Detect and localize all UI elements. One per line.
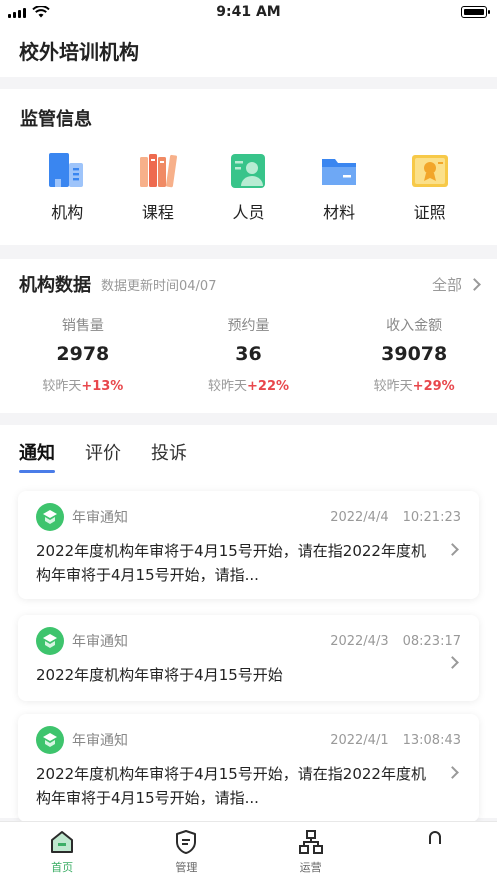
org-data-section: 机构数据 数据更新时间04/07 全部 销售量 2978 较昨天+13% 预约量… — [0, 259, 497, 413]
view-all-button[interactable]: 全部 — [431, 274, 481, 295]
tab-notifications[interactable]: 通知 — [19, 439, 55, 473]
metric-delta: +29% — [412, 379, 455, 394]
profile-icon — [428, 831, 441, 844]
tabbar-profile[interactable] — [373, 822, 497, 883]
status-bar: 9:41 AM — [0, 0, 497, 24]
notice-section: 通知 评价 投诉 年审通知 2022/4/4 10:21:23 2022年度机构… — [0, 425, 497, 822]
metric-value: 2978 — [56, 343, 110, 365]
metric-delta: +13% — [81, 379, 124, 394]
supervision-item-label: 机构 — [51, 203, 84, 222]
building-icon — [49, 153, 84, 187]
notice-time: 08:23:17 — [402, 633, 461, 649]
metric-compare: 较昨天+22% — [166, 375, 332, 394]
supervision-section: 监管信息 机构 课程 人员 材料 证照 — [0, 89, 497, 245]
chevron-right-icon — [468, 277, 481, 291]
notice-text: 2022年度机构年审将于4月15号开始，请在指2022年度机构年审将于4月15号… — [36, 765, 426, 807]
notice-card[interactable]: 年审通知 2022/4/1 13:08:43 2022年度机构年审将于4月15号… — [18, 714, 479, 822]
status-time: 9:41 AM — [216, 4, 281, 20]
org-data-title: 机构数据 — [19, 275, 91, 296]
metric-label: 预约量 — [227, 318, 270, 334]
person-card-icon — [231, 154, 266, 188]
tabbar-operations[interactable]: 运营 — [249, 822, 373, 883]
notice-badge-icon — [36, 627, 64, 655]
supervision-item-license[interactable]: 证照 — [400, 151, 460, 223]
app-title: 校外培训机构 — [0, 24, 497, 77]
supervision-item-institution[interactable]: 机构 — [37, 151, 97, 223]
bottom-tab-bar: 首页 管理 运营 — [0, 821, 497, 883]
metric-compare-label: 较昨天 — [373, 379, 413, 394]
tabbar-label: 首页 — [51, 861, 74, 874]
metric-delta: +22% — [247, 379, 290, 394]
metric-value: 36 — [235, 343, 262, 365]
notice-badge-icon — [36, 726, 64, 754]
metric-value: 39078 — [381, 343, 448, 365]
notice-tabs: 通知 评价 投诉 — [0, 425, 497, 473]
view-all-label: 全部 — [431, 275, 462, 294]
notice-type: 年审通知 — [72, 634, 128, 650]
tab-reviews[interactable]: 评价 — [85, 439, 121, 473]
supervision-item-label: 课程 — [141, 203, 174, 222]
data-update-time: 数据更新时间04/07 — [101, 278, 217, 294]
books-icon — [139, 154, 177, 188]
supervision-grid: 机构 课程 人员 材料 证照 — [0, 151, 497, 223]
metric-bookings: 预约量 36 较昨天+22% — [166, 315, 332, 394]
tabbar-manage[interactable]: 管理 — [124, 822, 248, 883]
battery-icon — [461, 6, 490, 18]
org-chart-icon — [298, 830, 323, 854]
metric-compare-label: 较昨天 — [42, 379, 82, 394]
certificate-icon — [411, 155, 448, 187]
notice-date: 2022/4/3 — [330, 633, 389, 649]
notice-card[interactable]: 年审通知 2022/4/4 10:21:23 2022年度机构年审将于4月15号… — [18, 491, 479, 599]
notice-text: 2022年度机构年审将于4月15号开始，请在指2022年度机构年审将于4月15号… — [36, 542, 426, 584]
supervision-item-label: 证照 — [413, 203, 446, 222]
metrics-row: 销售量 2978 较昨天+13% 预约量 36 较昨天+22% 收入金额 390… — [0, 315, 497, 394]
notice-time: 13:08:43 — [402, 732, 461, 748]
metric-compare-label: 较昨天 — [207, 379, 247, 394]
shield-icon — [176, 830, 197, 854]
notice-card[interactable]: 年审通知 2022/4/3 08:23:17 2022年度机构年审将于4月15号… — [18, 615, 479, 701]
tabbar-label: 运营 — [299, 861, 322, 874]
supervision-title: 监管信息 — [20, 109, 92, 130]
notice-date: 2022/4/1 — [330, 732, 389, 748]
metric-sales: 销售量 2978 较昨天+13% — [0, 315, 166, 394]
notice-type: 年审通知 — [72, 733, 128, 749]
supervision-item-materials[interactable]: 材料 — [309, 151, 369, 223]
metric-compare: 较昨天+29% — [331, 375, 497, 394]
notice-time: 10:21:23 — [402, 509, 461, 525]
tabbar-label: 管理 — [175, 861, 198, 874]
supervision-item-label: 人员 — [232, 203, 265, 222]
notice-badge-icon — [36, 503, 64, 531]
metric-compare: 较昨天+13% — [0, 375, 166, 394]
tabbar-home[interactable]: 首页 — [0, 822, 124, 883]
notice-text: 2022年度机构年审将于4月15号开始 — [36, 666, 283, 684]
supervision-item-personnel[interactable]: 人员 — [218, 151, 278, 223]
home-icon — [51, 831, 74, 853]
supervision-item-course[interactable]: 课程 — [128, 151, 188, 223]
notice-type: 年审通知 — [72, 510, 128, 526]
notice-date: 2022/4/4 — [330, 509, 389, 525]
metric-revenue: 收入金额 39078 较昨天+29% — [331, 315, 497, 394]
metric-label: 销售量 — [61, 318, 104, 334]
folder-icon — [322, 159, 357, 185]
supervision-item-label: 材料 — [323, 203, 356, 222]
tab-complaints[interactable]: 投诉 — [151, 439, 187, 473]
metric-label: 收入金额 — [386, 318, 443, 334]
